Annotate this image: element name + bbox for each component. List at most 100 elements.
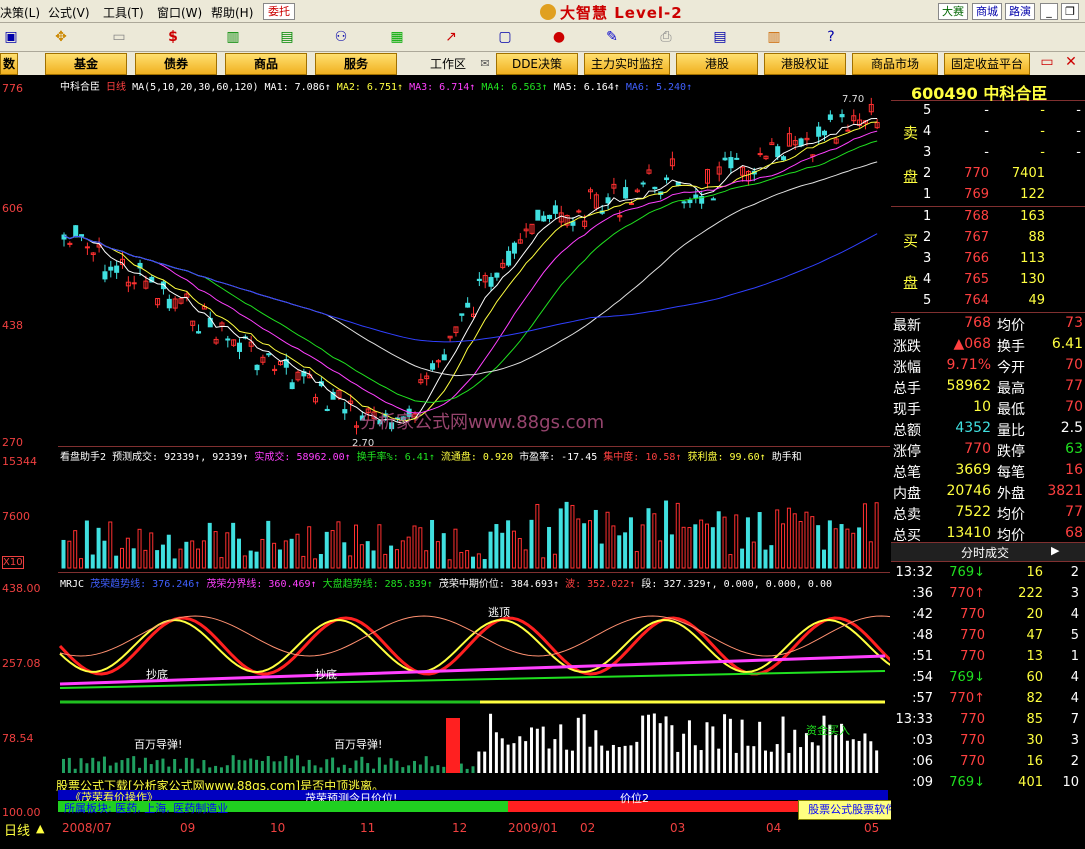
contest-button[interactable]: 大赛 bbox=[938, 3, 968, 20]
binoculars-icon[interactable]: ⚇ bbox=[330, 27, 352, 47]
trend-icon[interactable]: ↗ bbox=[440, 27, 462, 47]
dollar-icon[interactable]: $ bbox=[162, 27, 184, 47]
volume-bar bbox=[365, 541, 370, 569]
volume-bar bbox=[845, 528, 850, 569]
toolbar: ▣ ✥ ▭ $ ▥ ▤ ⚇ ▦ ↗ ▢ ● ✎ ⎙ ▤ ▥ ? bbox=[0, 23, 1085, 52]
printer-icon[interactable]: ⎙ bbox=[655, 27, 677, 47]
menu-help[interactable]: 帮助(H) bbox=[211, 4, 253, 21]
tick-price: 770 bbox=[960, 754, 985, 769]
roadshow-button[interactable]: 路演 bbox=[1005, 3, 1035, 20]
nav-dde[interactable]: DDE决策 bbox=[496, 53, 578, 75]
fund-bar bbox=[301, 766, 305, 773]
candle-body bbox=[822, 130, 827, 136]
move-icon[interactable]: ✥ bbox=[50, 27, 72, 47]
stat-label: 换手 bbox=[997, 339, 1025, 355]
box-icon[interactable]: ▢ bbox=[494, 27, 516, 47]
volume-bar bbox=[354, 524, 358, 569]
fund-bar bbox=[787, 752, 791, 773]
candle-body bbox=[225, 338, 231, 341]
nav-hkstock[interactable]: 港股 bbox=[676, 53, 758, 75]
mrjc-axis-mid: 257.08 bbox=[2, 657, 41, 670]
fund-bar bbox=[845, 740, 849, 773]
candle-body bbox=[839, 114, 845, 118]
nav-fixed-income[interactable]: 固定收益平台 bbox=[944, 53, 1030, 75]
fund-bar bbox=[143, 757, 147, 773]
volume-bar bbox=[763, 549, 768, 569]
volume-bar bbox=[576, 518, 581, 569]
candle-body bbox=[114, 265, 120, 273]
volume-header: 看盘助手2 预测成交: 92339↑, 92339↑ 实成交: 58962.00… bbox=[60, 452, 802, 463]
restore-button[interactable]: ❐ bbox=[1061, 3, 1079, 20]
bid-volume: 88 bbox=[1028, 230, 1045, 245]
nav-service[interactable]: 服务 bbox=[315, 53, 397, 75]
stat-label: 最新 bbox=[893, 318, 921, 334]
volume-bar bbox=[453, 528, 458, 569]
menu-tools[interactable]: 工具(T) bbox=[103, 4, 144, 21]
candle-body bbox=[722, 157, 728, 161]
ask-volume: - bbox=[1040, 124, 1045, 139]
nav-fund[interactable]: 基金 bbox=[45, 53, 127, 75]
volume-bar bbox=[769, 545, 774, 569]
ruler-icon[interactable]: ▭ bbox=[108, 27, 130, 47]
record-icon[interactable]: ● bbox=[548, 27, 570, 47]
close-icon[interactable]: ✕ bbox=[1060, 52, 1082, 72]
volume-bar bbox=[336, 521, 341, 569]
nav-monitor[interactable]: 主力实时监控 bbox=[584, 53, 670, 75]
fund-bar bbox=[319, 767, 323, 773]
panel-icon[interactable]: ▣ bbox=[0, 27, 22, 47]
minimize-button[interactable]: _ bbox=[1040, 3, 1058, 20]
price-axis-438: 438 bbox=[2, 319, 23, 332]
pen-icon[interactable]: ✎ bbox=[601, 27, 623, 47]
mall-button[interactable]: 商城 bbox=[972, 3, 1002, 20]
nav-hkwarrant[interactable]: 港股权证 bbox=[764, 53, 846, 75]
fund-bar bbox=[857, 740, 861, 773]
volume-bar bbox=[371, 550, 376, 569]
period-triangle-icon[interactable]: ▲ bbox=[36, 822, 44, 835]
volume-bar bbox=[383, 553, 388, 569]
bars-icon[interactable]: ▤ bbox=[276, 27, 298, 47]
volume-bar bbox=[301, 555, 306, 569]
ma-line bbox=[63, 233, 878, 343]
nav-commodity-market[interactable]: 商品市场 bbox=[852, 53, 938, 75]
volume-bar bbox=[506, 520, 511, 569]
bid-row: 2 767 88 bbox=[891, 228, 1085, 249]
volume-bar bbox=[868, 541, 873, 569]
menu-window[interactable]: 窗口(W) bbox=[157, 4, 202, 21]
period-label[interactable]: 日线 bbox=[4, 820, 30, 839]
candle-body bbox=[488, 276, 494, 287]
books-icon[interactable]: ▥ bbox=[763, 27, 785, 47]
pane-separator bbox=[58, 446, 890, 447]
volume-bar bbox=[435, 541, 440, 569]
volume-bar bbox=[283, 540, 288, 569]
candle-body bbox=[640, 182, 646, 185]
next-arrow-icon[interactable]: ▶ bbox=[1051, 544, 1059, 557]
fund-bar bbox=[740, 719, 744, 773]
tick-header[interactable]: 分时成交 ▶ bbox=[891, 542, 1085, 562]
fund-bar bbox=[477, 751, 481, 773]
tick-time: :42 bbox=[912, 607, 933, 622]
volume-bar bbox=[740, 548, 745, 569]
entrust-button[interactable]: 委托 bbox=[263, 3, 295, 20]
bid-level: 3 bbox=[923, 251, 932, 266]
help-icon[interactable]: ? bbox=[820, 27, 842, 47]
menu-decision[interactable]: 决策(L) bbox=[0, 4, 40, 21]
volume-bar bbox=[418, 527, 423, 569]
mail-icon[interactable]: ✉ bbox=[474, 54, 496, 74]
workspace-label[interactable]: 工作区 bbox=[430, 55, 466, 72]
menu-formula[interactable]: 公式(V) bbox=[48, 4, 90, 21]
volume-bar bbox=[582, 523, 587, 569]
ask-price: - bbox=[984, 145, 989, 160]
ask-level: 3 bbox=[923, 145, 932, 160]
chart-icon[interactable]: ▥ bbox=[222, 27, 244, 47]
window-icon[interactable]: ▤ bbox=[709, 27, 731, 47]
volume-bar bbox=[664, 500, 669, 569]
tick-volume: 16 bbox=[1026, 565, 1043, 580]
nav-bond[interactable]: 债券 bbox=[135, 53, 217, 75]
candle-body bbox=[734, 157, 740, 160]
candle-body bbox=[430, 363, 436, 370]
date-tick: 2009/01 bbox=[508, 821, 558, 835]
grid-icon[interactable]: ▦ bbox=[386, 27, 408, 47]
nav-commodity[interactable]: 商品 bbox=[225, 53, 307, 75]
nav-data[interactable]: 数 bbox=[0, 53, 18, 75]
window-control-icon[interactable]: ▭ bbox=[1036, 52, 1058, 72]
